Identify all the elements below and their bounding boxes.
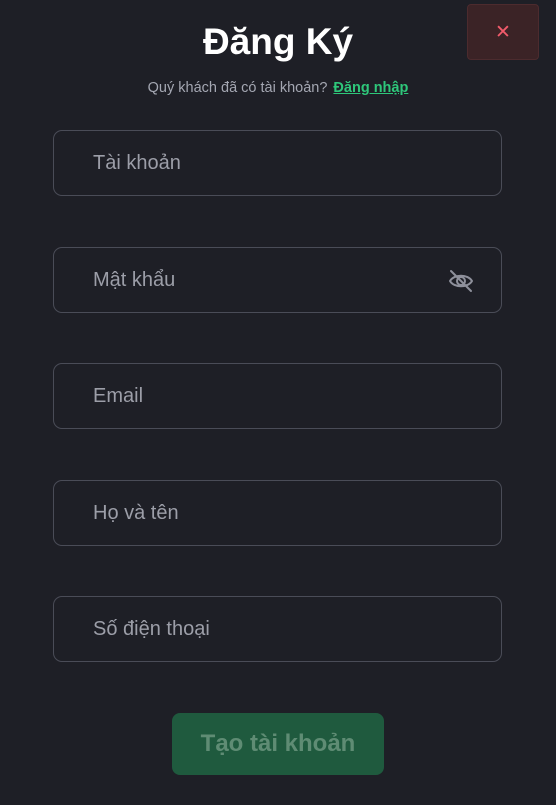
create-account-button[interactable]: Tạo tài khoản (172, 713, 384, 775)
fullname-input[interactable] (54, 481, 501, 545)
password-input[interactable] (54, 248, 501, 312)
fullname-field (53, 480, 502, 546)
password-field (53, 247, 502, 313)
phone-input[interactable] (54, 597, 501, 661)
email-input[interactable] (54, 364, 501, 428)
login-link[interactable]: Đăng nhập (333, 80, 408, 96)
username-input[interactable] (54, 131, 501, 195)
page-title: Đăng Ký (202, 21, 354, 62)
email-field (53, 363, 502, 429)
register-modal: ✕ Đăng Ký Quý khách đã có tài khoản? Đăng… (0, 0, 556, 805)
eye-slash-icon[interactable] (447, 267, 475, 295)
login-prompt: Quý khách đã có tài khoản? Đăng nhập (0, 78, 556, 98)
username-field (53, 130, 502, 196)
login-prompt-text: Quý khách đã có tài khoản? (147, 80, 328, 96)
phone-field (53, 596, 502, 662)
